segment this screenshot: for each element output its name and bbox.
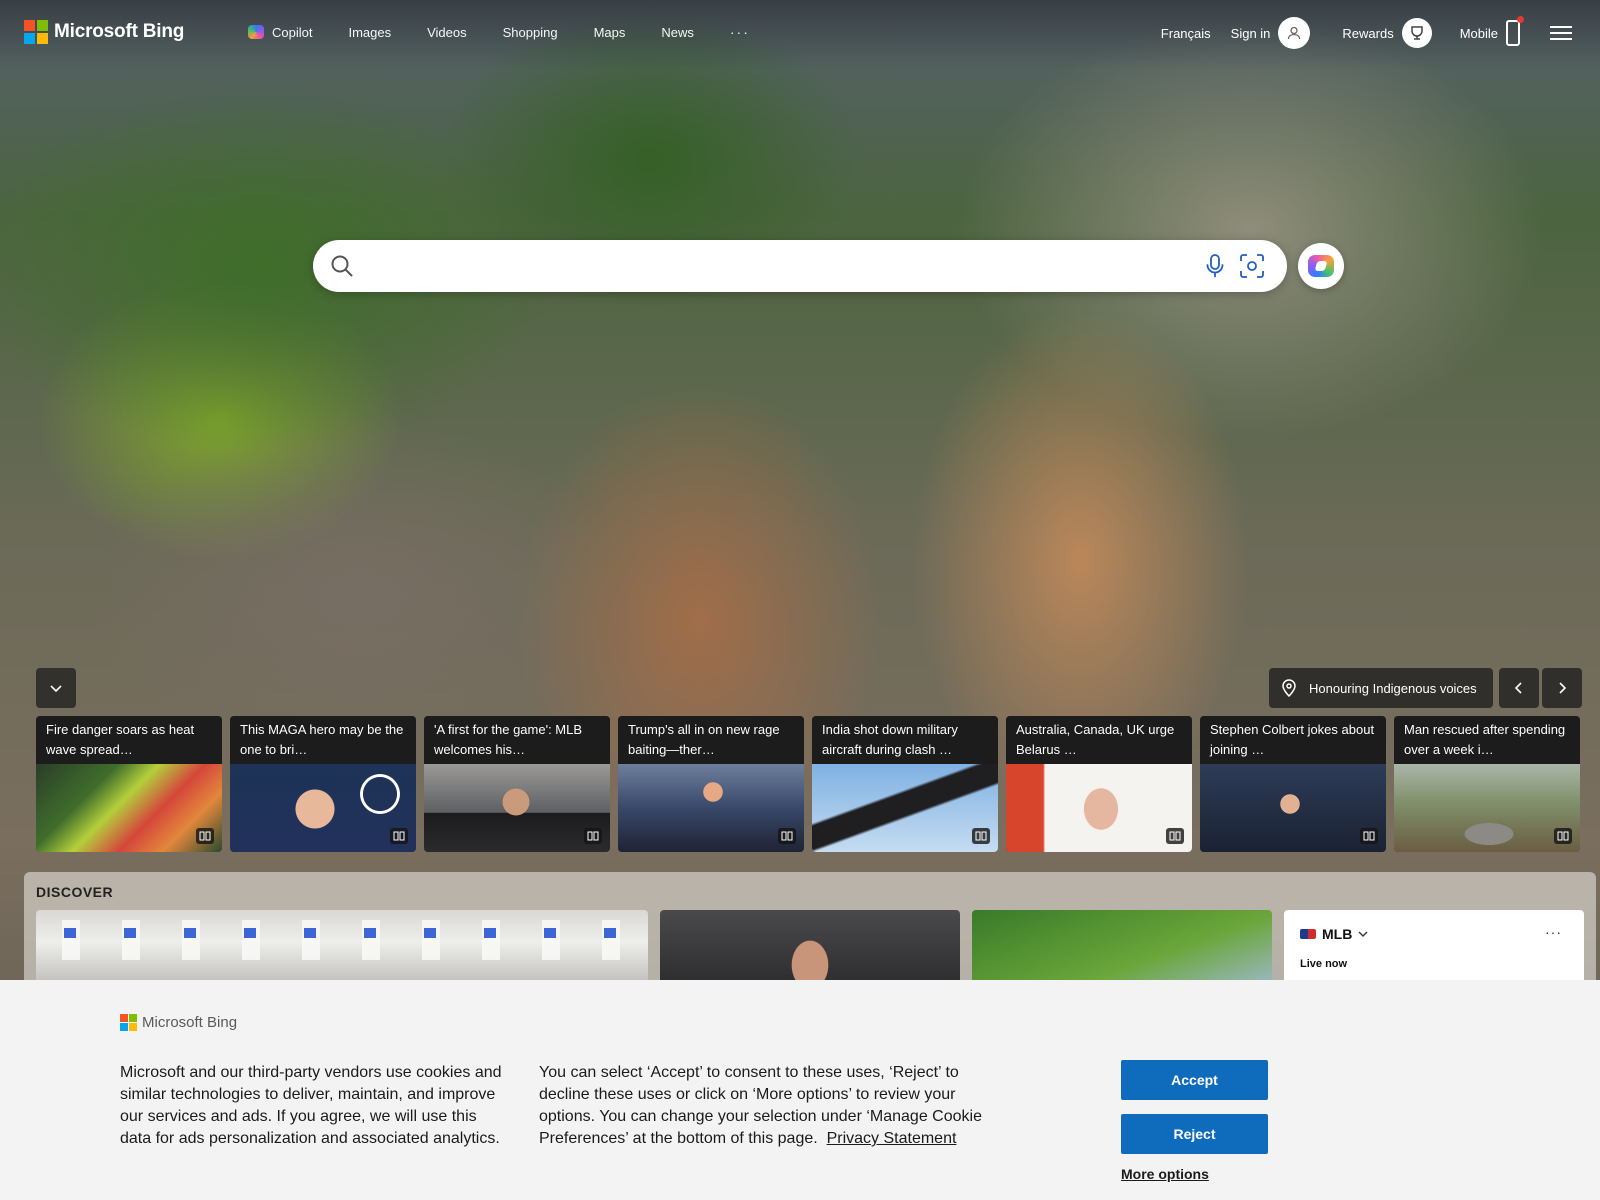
mlb-logo-icon	[1300, 929, 1316, 939]
nav-copilot[interactable]: Copilot	[248, 25, 312, 40]
news-card[interactable]: Man rescued after spending over a week i…	[1394, 716, 1580, 852]
image-topic-label: Honouring Indigenous voices	[1309, 680, 1477, 696]
chevron-down-icon	[50, 685, 62, 693]
search-box	[313, 240, 1287, 292]
phone-icon	[1506, 16, 1524, 46]
news-thumbnail	[1394, 764, 1580, 852]
news-card[interactable]: Fire danger soars as heat wave spread…	[36, 716, 222, 852]
mobile-label: Mobile	[1459, 25, 1498, 41]
top-header: Microsoft Bing Copilot Images Videos Sho…	[0, 0, 1600, 66]
sign-in-label: Sign in	[1230, 25, 1271, 41]
news-card[interactable]: India shot down military aircraft during…	[812, 716, 998, 852]
reading-view-icon[interactable]	[1554, 828, 1572, 844]
chevron-down-icon	[1358, 931, 1368, 937]
news-thumbnail	[618, 764, 804, 852]
reject-button[interactable]: Reject	[1121, 1114, 1268, 1154]
reading-view-icon[interactable]	[972, 828, 990, 844]
news-caption: Fire danger soars as heat wave spread…	[36, 716, 222, 764]
accept-button[interactable]: Accept	[1121, 1060, 1268, 1100]
news-card[interactable]: This MAGA hero may be the one to bri…	[230, 716, 416, 852]
visual-search-icon[interactable]	[1239, 253, 1265, 284]
nav-news[interactable]: News	[661, 25, 694, 40]
previous-image-button[interactable]	[1499, 668, 1539, 708]
menu-icon[interactable]	[1550, 26, 1572, 40]
news-caption: India shot down military aircraft during…	[812, 716, 998, 764]
news-caption: This MAGA hero may be the one to bri…	[230, 716, 416, 764]
nav-shopping[interactable]: Shopping	[503, 25, 558, 40]
sign-in-button[interactable]: Sign in	[1231, 17, 1311, 49]
news-caption: Trump's all in on new rage baiting—ther…	[618, 716, 804, 764]
brand-name: Microsoft Bing	[54, 21, 185, 42]
discover-section: DISCOVER MLB ··· Live now	[24, 872, 1596, 990]
copilot-button[interactable]	[1298, 243, 1344, 289]
header-right: Français Sign in Rewards Mobile	[1161, 16, 1600, 50]
news-thumbnail	[1006, 764, 1192, 852]
news-card[interactable]: Trump's all in on new rage baiting—ther…	[618, 716, 804, 852]
news-caption: 'A first for the game': MLB welcomes his…	[424, 716, 610, 764]
discover-tile[interactable]	[972, 910, 1272, 990]
rewards-label: Rewards	[1342, 25, 1394, 41]
mlb-widget: MLB ··· Live now	[1284, 910, 1584, 990]
discover-heading: DISCOVER	[36, 884, 114, 900]
news-card[interactable]: Australia, Canada, UK urge Belarus …	[1006, 716, 1192, 852]
reading-view-icon[interactable]	[778, 828, 796, 844]
more-options-icon[interactable]: ···	[1545, 924, 1562, 940]
collapse-feed-button[interactable]	[36, 668, 76, 708]
avatar-icon	[1278, 17, 1311, 49]
discover-tile[interactable]	[660, 910, 960, 990]
news-thumbnail	[36, 764, 222, 852]
discover-tile[interactable]	[36, 910, 648, 990]
news-caption: Man rescued after spending over a week i…	[1394, 716, 1580, 764]
cookie-description: Microsoft and our third-party vendors us…	[120, 1064, 502, 1147]
reading-view-icon[interactable]	[1360, 828, 1378, 844]
search-icon[interactable]	[329, 253, 355, 284]
news-thumbnail	[1200, 764, 1386, 852]
nav-images[interactable]: Images	[348, 25, 391, 40]
cookie-instructions: You can select ‘Accept’ to consent to th…	[539, 1062, 989, 1150]
news-card[interactable]: 'A first for the game': MLB welcomes his…	[424, 716, 610, 852]
next-image-button[interactable]	[1542, 668, 1582, 708]
live-now-label: Live now	[1300, 958, 1348, 970]
copilot-icon	[1308, 255, 1334, 277]
chevron-left-icon	[1514, 682, 1522, 694]
top-nav: Copilot Images Videos Shopping Maps News…	[248, 24, 786, 40]
mlb-dropdown[interactable]: MLB	[1300, 926, 1368, 942]
nav-maps[interactable]: Maps	[594, 25, 626, 40]
news-caption: Australia, Canada, UK urge Belarus …	[1006, 716, 1192, 764]
search-input[interactable]	[369, 250, 1169, 282]
bing-logo[interactable]: Microsoft Bing	[24, 20, 184, 44]
mobile-button[interactable]: Mobile	[1459, 16, 1524, 46]
rewards-trophy-icon	[1401, 18, 1432, 48]
news-thumbnail	[812, 764, 998, 852]
image-info-pill[interactable]: Honouring Indigenous voices	[1269, 668, 1493, 708]
reading-view-icon[interactable]	[390, 828, 408, 844]
cookie-banner-logo: Microsoft Bing	[120, 1014, 237, 1031]
language-link[interactable]: Français	[1161, 26, 1211, 41]
chevron-right-icon	[1559, 682, 1567, 694]
mlb-title-label: MLB	[1322, 926, 1353, 942]
microsoft-logo-icon	[24, 20, 48, 44]
location-pin-icon	[1282, 679, 1296, 697]
nav-videos[interactable]: Videos	[427, 25, 467, 40]
microsoft-logo-icon	[120, 1014, 137, 1031]
rewards-button[interactable]: Rewards	[1342, 18, 1432, 48]
cookie-brand-name: Microsoft Bing	[142, 1014, 238, 1031]
reading-view-icon[interactable]	[196, 828, 214, 844]
more-options-link[interactable]: More options	[1121, 1166, 1209, 1182]
privacy-statement-link[interactable]: Privacy Statement	[827, 1130, 957, 1147]
nav-more-button[interactable]: ···	[730, 24, 750, 40]
reading-view-icon[interactable]	[1166, 828, 1184, 844]
news-card[interactable]: Stephen Colbert jokes about joining …	[1200, 716, 1386, 852]
microphone-icon[interactable]	[1203, 253, 1227, 284]
news-carousel: Fire danger soars as heat wave spread… T…	[36, 716, 1580, 852]
news-caption: Stephen Colbert jokes about joining …	[1200, 716, 1386, 764]
news-thumbnail	[424, 764, 610, 852]
copilot-icon	[248, 25, 264, 39]
news-thumbnail	[230, 764, 416, 852]
cookie-consent-banner: Microsoft Bing Microsoft and our third-p…	[0, 980, 1600, 1200]
reading-view-icon[interactable]	[584, 828, 602, 844]
